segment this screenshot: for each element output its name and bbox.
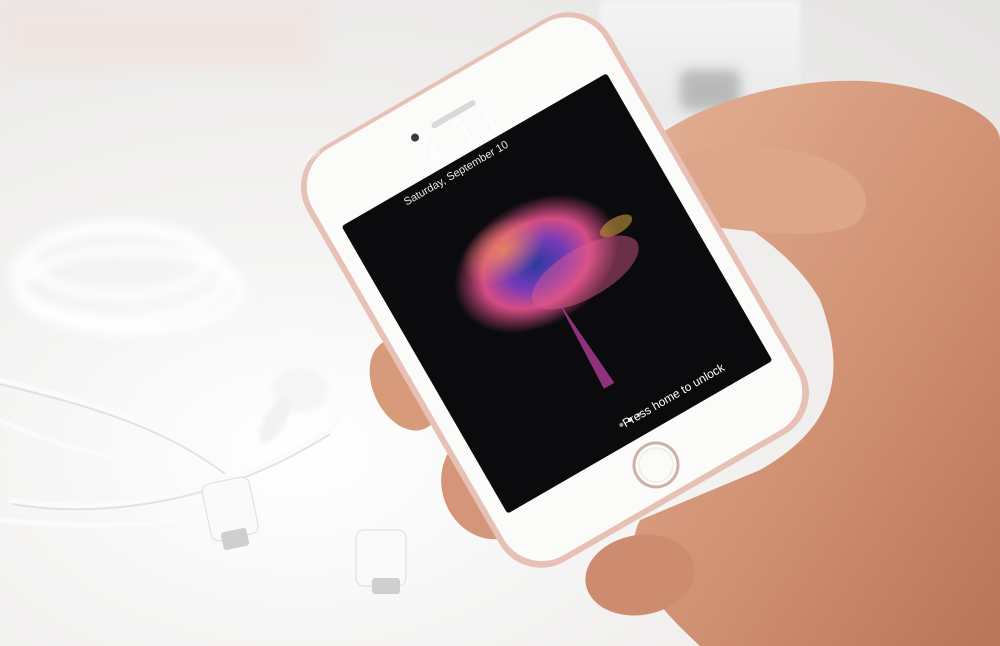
scene-illustration <box>0 12 1000 646</box>
lightning-connector-right <box>355 529 407 594</box>
photo-scene: 4:11 Saturday, September 10 Press home t… <box>0 0 1000 646</box>
cable-coil <box>10 220 245 335</box>
lightning-connector-left <box>201 476 259 550</box>
